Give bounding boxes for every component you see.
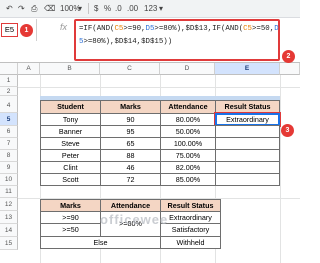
row-header-7[interactable]: 7 — [0, 138, 18, 150]
column-header-d[interactable]: D — [160, 63, 215, 75]
criteria-marks-cell[interactable]: >=50 — [40, 223, 101, 237]
row-header-4[interactable]: 4 — [0, 99, 18, 113]
percent-format-button[interactable]: % — [104, 4, 111, 14]
column-header-b[interactable]: B — [40, 63, 100, 75]
decrease-decimal-button[interactable]: .0 — [115, 4, 122, 14]
attendance-cell[interactable]: 85.00% — [160, 173, 216, 186]
header-marks: Marks — [100, 100, 161, 114]
column-header-a[interactable]: A — [18, 63, 40, 75]
more-formats-button[interactable]: 123 — [144, 4, 157, 14]
column-header-f[interactable] — [280, 63, 300, 75]
row-header-6[interactable]: 6 — [0, 126, 18, 138]
criteria-result-cell[interactable]: Satisfactory — [160, 223, 221, 237]
select-all-corner[interactable] — [0, 63, 18, 75]
row-header-12[interactable]: 12 — [0, 198, 18, 211]
column-header-e[interactable]: E — [215, 63, 280, 75]
watermark: officewee — [100, 212, 169, 227]
row-header-10[interactable]: 10 — [0, 174, 18, 186]
paint-format-icon[interactable]: ⌫ — [44, 4, 55, 14]
callout-badge-2: 2 — [282, 50, 295, 63]
row-header-9[interactable]: 9 — [0, 162, 18, 174]
more-formats-arrow-icon[interactable]: ▾ — [159, 4, 163, 14]
fx-icon: fx — [60, 22, 68, 32]
student-cell[interactable]: Scott — [40, 173, 101, 186]
gridline — [18, 87, 300, 88]
print-icon[interactable]: ⎙ — [31, 4, 37, 14]
header-student: Student — [40, 100, 101, 114]
zoom-arrow-icon[interactable]: ▾ — [78, 4, 82, 14]
row-header-11[interactable]: 11 — [0, 186, 18, 198]
result-cell[interactable] — [215, 173, 280, 186]
row-header-1[interactable]: 1 — [0, 75, 18, 87]
toolbar: ↶ ↷ ⎙ ⌫ 100% ▾ $ % .0 .00 123 ▾ — [0, 0, 300, 18]
row-header-2[interactable]: 2 — [0, 87, 18, 96]
currency-format-button[interactable]: $ — [94, 4, 98, 14]
increase-decimal-button[interactable]: .00 — [127, 4, 138, 14]
formula-divider — [36, 19, 37, 41]
header-attendance: Attendance — [160, 100, 216, 114]
row-header-13[interactable]: 13 — [0, 211, 18, 224]
column-header-c[interactable]: C — [100, 63, 160, 75]
toolbar-divider — [88, 3, 89, 14]
gridline — [280, 75, 281, 263]
callout-badge-3: 3 — [281, 124, 294, 137]
criteria-else-cell[interactable]: Else — [40, 236, 161, 249]
row-header-15[interactable]: 15 — [0, 237, 18, 250]
header-result-status: Result Status — [215, 100, 280, 114]
marks-cell[interactable]: 72 — [100, 173, 161, 186]
formula-input[interactable]: =IF(AND(C5>=90,D5>=80%),$D$13,IF(AND(C5>… — [74, 19, 280, 61]
row-header-14[interactable]: 14 — [0, 224, 18, 237]
row-header-5[interactable]: 5 — [0, 113, 18, 126]
name-box[interactable]: E5 — [1, 23, 18, 37]
callout-badge-1: 1 — [20, 24, 33, 37]
criteria-result-cell[interactable]: Withheld — [160, 236, 221, 249]
redo-icon[interactable]: ↷ — [18, 4, 25, 14]
undo-icon[interactable]: ↶ — [6, 4, 13, 14]
row-header-8[interactable]: 8 — [0, 150, 18, 162]
formula-text: =IF(AND(C5>=90,D5>=80%),$D$13,IF(AND(C5>… — [79, 25, 279, 46]
